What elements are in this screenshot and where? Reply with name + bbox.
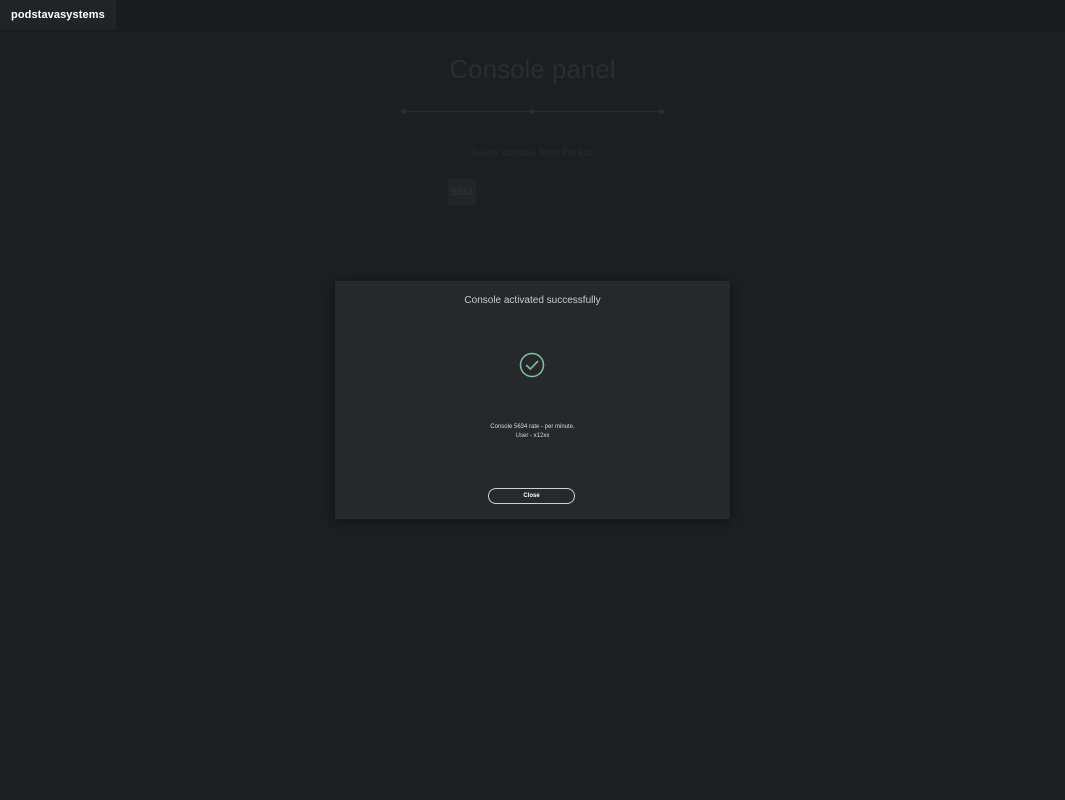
console-rate-text: Console 5634 rate - per minute. [490, 424, 575, 430]
check-circle-icon [519, 352, 545, 378]
app-page: podstavasystems Console panel Select con… [0, 0, 1065, 800]
dialog-title: Console activated successfully [464, 295, 601, 306]
close-button[interactable]: Close [488, 488, 575, 504]
user-text: User - x12xx [515, 433, 550, 439]
success-dialog: Console activated successfully Console 5… [335, 281, 730, 519]
dialog-message: Console 5634 rate - per minute. User - x… [335, 423, 730, 441]
